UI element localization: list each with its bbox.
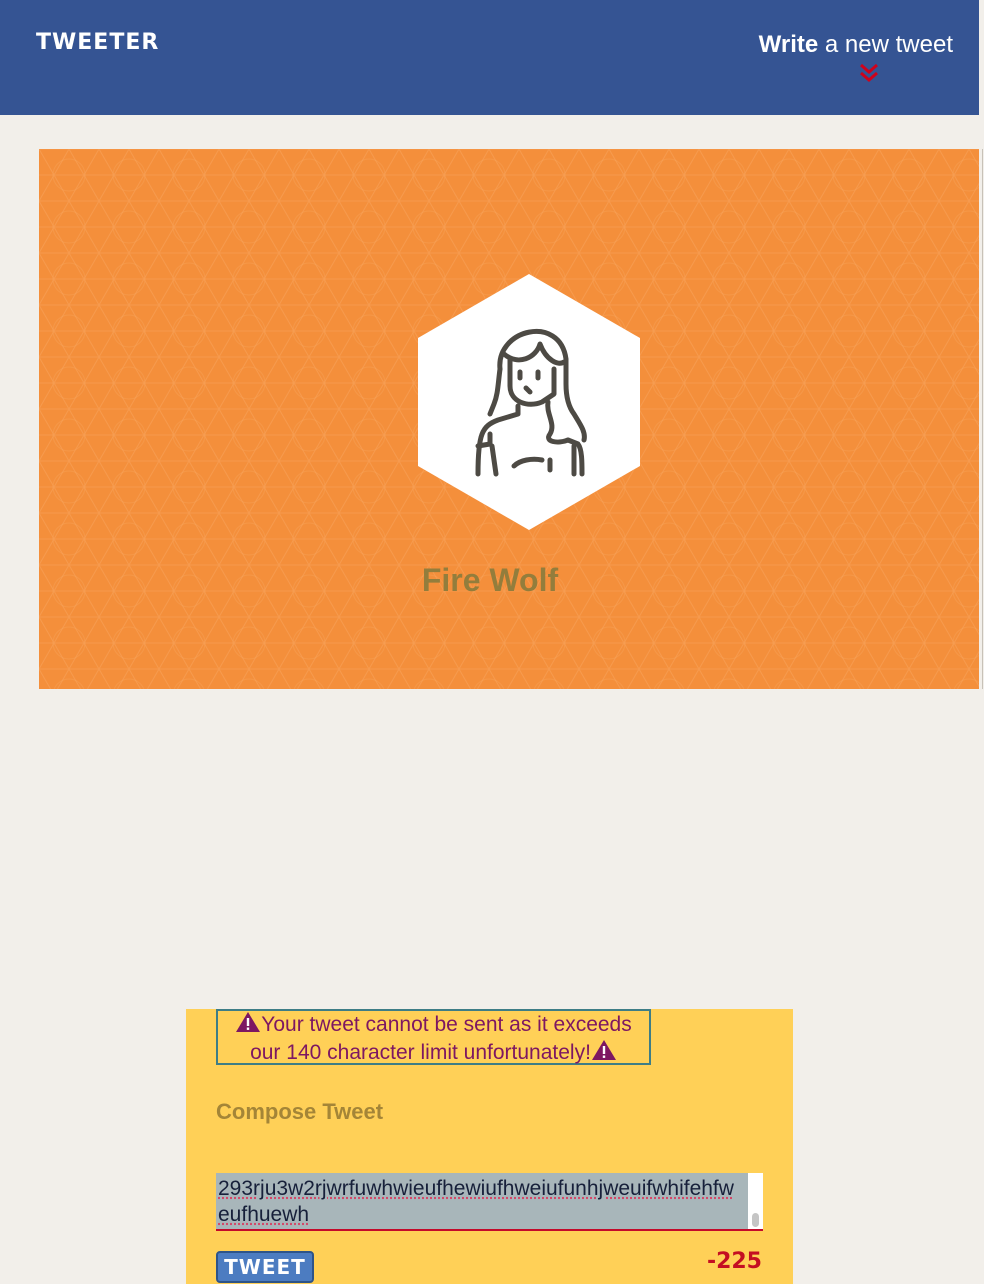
double-chevron-down-icon[interactable] — [858, 62, 880, 84]
brand-logo[interactable]: TWEETER — [36, 30, 159, 55]
scrollbar-thumb[interactable] — [752, 1213, 759, 1227]
character-counter: -225 — [706, 1249, 762, 1274]
write-new-tweet-link[interactable]: Write a new tweet — [759, 31, 953, 59]
write-label-rest: a new tweet — [818, 31, 953, 58]
profile-name: Fire Wolf — [421, 562, 559, 598]
compose-panel: Your tweet cannot be sent as it exceeds … — [186, 1009, 793, 1284]
tweet-textarea[interactable]: 293rju3w2rjwrfuwhwieufhewiufhweiufunhjwe… — [216, 1173, 763, 1231]
error-line-1: Your tweet cannot be sent as it exceeds — [218, 1011, 649, 1039]
top-nav: TWEETER Write a new tweet — [0, 0, 979, 115]
error-line-2: our 140 character limit unfortunately! — [218, 1039, 649, 1067]
error-text-2: our 140 character limit unfortunately! — [250, 1041, 591, 1064]
page-divider — [982, 149, 983, 689]
warning-icon — [236, 1012, 261, 1032]
profile-banner: Fire Wolf — [39, 149, 979, 689]
error-text-1: Your tweet cannot be sent as it exceeds — [261, 1013, 632, 1036]
woman-avatar-icon — [418, 274, 640, 530]
error-message: Your tweet cannot be sent as it exceeds … — [216, 1009, 651, 1065]
tweet-button[interactable]: TWEET — [216, 1251, 314, 1283]
warning-icon — [591, 1040, 616, 1060]
write-label-strong: Write — [758, 31, 819, 58]
compose-label: Compose Tweet — [216, 1099, 384, 1124]
